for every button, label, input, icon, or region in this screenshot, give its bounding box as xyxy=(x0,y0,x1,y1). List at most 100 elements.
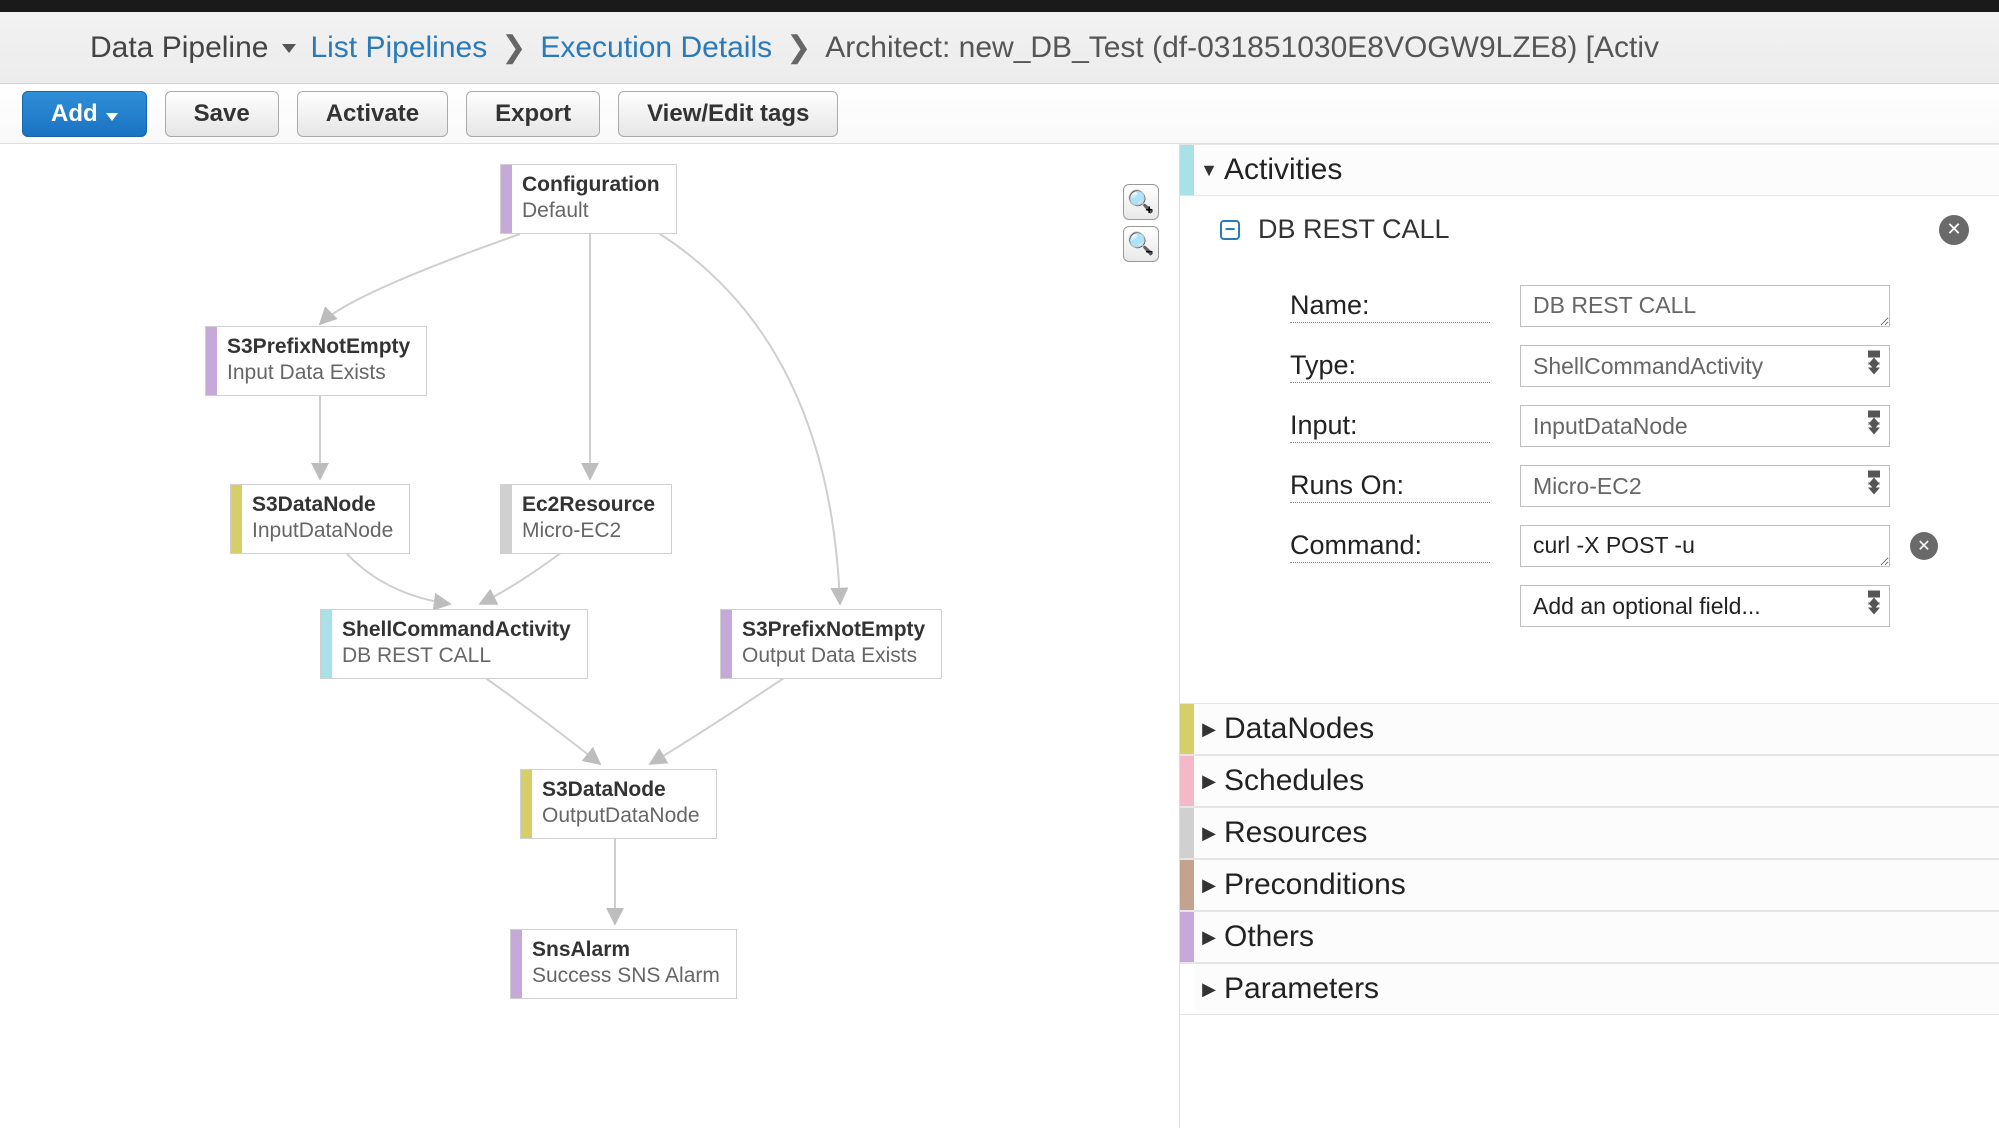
breadcrumb-current-page: Architect: new_DB_Test (df-031851030E8VO… xyxy=(825,31,1659,65)
node-precondition-input[interactable]: S3PrefixNotEmpty Input Data Exists xyxy=(205,326,427,396)
toolbar: Add Save Activate Export View/Edit tags xyxy=(0,84,1999,144)
node-color-bar xyxy=(721,610,732,678)
node-subtitle: Success SNS Alarm xyxy=(532,964,720,988)
chevron-right-icon xyxy=(1200,875,1218,896)
zoom-controls: 🔍+ 🔍− xyxy=(1123,184,1159,262)
breadcrumb: Data Pipeline List Pipelines ❯ Execution… xyxy=(0,12,1999,84)
chevron-right-icon xyxy=(1200,823,1218,844)
node-color-bar xyxy=(501,165,512,233)
add-optional-field-select[interactable] xyxy=(1520,585,1890,627)
node-subtitle: Default xyxy=(522,199,660,223)
node-shell-activity[interactable]: ShellCommandActivity DB REST CALL xyxy=(320,609,588,679)
section-color-tab xyxy=(1180,808,1194,858)
node-color-bar xyxy=(321,610,332,678)
node-subtitle: OutputDataNode xyxy=(542,804,700,828)
label-type: Type: xyxy=(1290,350,1490,383)
node-ec2-resource[interactable]: Ec2Resource Micro-EC2 xyxy=(500,484,672,554)
node-subtitle: Output Data Exists xyxy=(742,644,925,668)
node-title: Configuration xyxy=(522,173,660,197)
collapse-button[interactable]: − xyxy=(1220,220,1240,240)
node-subtitle: Input Data Exists xyxy=(227,361,410,385)
section-color-tab xyxy=(1180,145,1194,195)
name-input[interactable] xyxy=(1520,285,1890,327)
activity-db-rest-call: − DB REST CALL ✕ Name: Type: Input: xyxy=(1180,196,1999,663)
node-precondition-output[interactable]: S3PrefixNotEmpty Output Data Exists xyxy=(720,609,942,679)
chevron-right-icon xyxy=(1200,927,1218,948)
chevron-down-icon xyxy=(106,100,118,128)
chevron-right-icon xyxy=(1200,979,1218,1000)
section-activities[interactable]: Activities xyxy=(1180,144,1999,196)
node-title: ShellCommandActivity xyxy=(342,618,571,642)
node-sns-alarm[interactable]: SnsAlarm Success SNS Alarm xyxy=(510,929,737,999)
view-edit-tags-button[interactable]: View/Edit tags xyxy=(618,91,838,137)
chevron-right-icon xyxy=(1200,771,1218,792)
section-label: Activities xyxy=(1224,153,1342,187)
node-color-bar xyxy=(206,327,217,395)
chevron-right-icon xyxy=(1200,719,1218,740)
section-resources[interactable]: Resources xyxy=(1180,807,1999,859)
section-color-tab xyxy=(1180,704,1194,754)
node-title: S3DataNode xyxy=(542,778,700,802)
section-color-tab xyxy=(1180,964,1194,1014)
section-label: DataNodes xyxy=(1224,712,1374,746)
remove-command-button[interactable]: ✕ xyxy=(1910,532,1938,560)
node-input-datanode[interactable]: S3DataNode InputDataNode xyxy=(230,484,410,554)
node-subtitle: DB REST CALL xyxy=(342,644,571,668)
label-command: Command: xyxy=(1290,530,1490,563)
chevron-down-icon xyxy=(1200,160,1218,181)
section-color-tab xyxy=(1180,756,1194,806)
label-input: Input: xyxy=(1290,410,1490,443)
command-input[interactable] xyxy=(1520,525,1890,567)
section-color-tab xyxy=(1180,912,1194,962)
type-select[interactable] xyxy=(1520,345,1890,387)
node-color-bar xyxy=(521,770,532,838)
properties-panel: Activities − DB REST CALL ✕ Name: Type: xyxy=(1179,144,1999,1128)
node-color-bar xyxy=(231,485,242,553)
pipeline-canvas[interactable]: Configuration Default S3PrefixNotEmpty I… xyxy=(0,144,1179,1128)
activate-button[interactable]: Activate xyxy=(297,91,448,137)
node-title: SnsAlarm xyxy=(532,938,720,962)
add-button[interactable]: Add xyxy=(22,91,147,137)
section-label: Parameters xyxy=(1224,972,1379,1006)
breadcrumb-list-pipelines[interactable]: List Pipelines xyxy=(310,31,487,65)
section-datanodes[interactable]: DataNodes xyxy=(1180,703,1999,755)
save-button[interactable]: Save xyxy=(165,91,279,137)
node-title: S3PrefixNotEmpty xyxy=(742,618,925,642)
node-subtitle: InputDataNode xyxy=(252,519,393,543)
label-spacer xyxy=(1290,606,1490,607)
section-others[interactable]: Others xyxy=(1180,911,1999,963)
node-title: S3PrefixNotEmpty xyxy=(227,335,410,359)
window-titlebar xyxy=(0,0,1999,12)
runs-on-select[interactable] xyxy=(1520,465,1890,507)
activity-title: DB REST CALL xyxy=(1258,214,1450,245)
label-runs-on: Runs On: xyxy=(1290,470,1490,503)
label-name: Name: xyxy=(1290,290,1490,323)
node-title: S3DataNode xyxy=(252,493,393,517)
section-color-tab xyxy=(1180,860,1194,910)
input-select[interactable] xyxy=(1520,405,1890,447)
node-title: Ec2Resource xyxy=(522,493,655,517)
node-color-bar xyxy=(501,485,512,553)
zoom-out-button[interactable]: 🔍− xyxy=(1123,226,1159,262)
section-label: Others xyxy=(1224,920,1314,954)
section-schedules[interactable]: Schedules xyxy=(1180,755,1999,807)
chevron-down-icon xyxy=(278,31,296,65)
export-button[interactable]: Export xyxy=(466,91,600,137)
remove-activity-button[interactable]: ✕ xyxy=(1939,215,1969,245)
breadcrumb-execution-details[interactable]: Execution Details xyxy=(540,31,772,65)
section-preconditions[interactable]: Preconditions xyxy=(1180,859,1999,911)
section-label: Preconditions xyxy=(1224,868,1406,902)
section-label: Schedules xyxy=(1224,764,1364,798)
node-configuration[interactable]: Configuration Default xyxy=(500,164,677,234)
section-parameters[interactable]: Parameters xyxy=(1180,963,1999,1015)
node-subtitle: Micro-EC2 xyxy=(522,519,655,543)
breadcrumb-separator: ❯ xyxy=(786,30,811,65)
breadcrumb-separator: ❯ xyxy=(501,30,526,65)
service-menu[interactable]: Data Pipeline xyxy=(90,31,296,65)
add-button-label: Add xyxy=(51,100,98,128)
service-name: Data Pipeline xyxy=(90,31,268,65)
node-color-bar xyxy=(511,930,522,998)
node-output-datanode[interactable]: S3DataNode OutputDataNode xyxy=(520,769,717,839)
zoom-in-button[interactable]: 🔍+ xyxy=(1123,184,1159,220)
section-label: Resources xyxy=(1224,816,1367,850)
